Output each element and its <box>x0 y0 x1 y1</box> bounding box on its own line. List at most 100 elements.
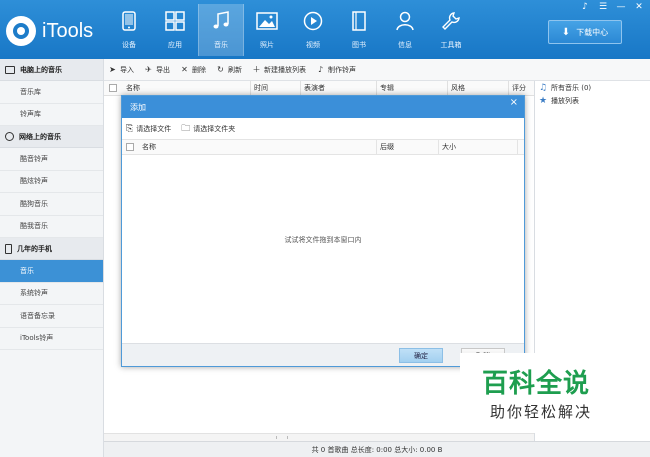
refresh-button[interactable]: ↻ 刷新 <box>216 65 242 75</box>
sidebar-item-voice-memo[interactable]: 语音备忘录 <box>0 305 103 328</box>
nav-apps[interactable]: 应用 <box>152 4 198 56</box>
dialog-drop-area[interactable]: 试试将文件拖到本窗口内 <box>122 155 524 342</box>
nav-label: 图书 <box>352 41 366 49</box>
sidebar-item-kugou-music[interactable]: 酷狗音乐 <box>0 193 103 216</box>
watermark-title: 百科全说 <box>482 369 591 399</box>
ok-button[interactable]: 确定 <box>399 348 443 363</box>
window-controls: ♪ ☰ — ✕ <box>576 1 648 13</box>
import-button[interactable]: ➤ 导入 <box>108 65 134 75</box>
sidebar-item-kuwo-music[interactable]: 酷我音乐 <box>0 216 103 238</box>
all-music-item[interactable]: ♫ 所有音乐 (0) <box>535 81 650 94</box>
music-note-icon: ♫ <box>539 82 548 93</box>
import-arrow-icon: ➤ <box>109 65 116 74</box>
delete-button[interactable]: ✕ 删除 <box>180 65 206 75</box>
sidebar: 电脑上的音乐 音乐库 铃声库 网络上的音乐 酷音铃声 酷炫铃声 酷狗音乐 酷我音… <box>0 59 104 457</box>
all-music-label: 所有音乐 (0) <box>551 83 592 92</box>
dialog-title-bar: 添加 × <box>122 96 524 118</box>
download-center-button[interactable]: ⬇ 下载中心 <box>548 20 622 44</box>
song-table-header: 名称 时间 表演者 专辑 风格 评分 <box>104 80 534 96</box>
new-playlist-icon: ＋ <box>252 65 261 74</box>
sidebar-item-kuyin-ringtone[interactable]: 酷音铃声 <box>0 148 103 171</box>
book-icon <box>348 10 370 32</box>
dialog-title: 添加 <box>130 102 146 112</box>
nav-video[interactable]: 视频 <box>290 4 336 56</box>
horizontal-scrollbar[interactable] <box>104 433 534 441</box>
scrollbar-grip[interactable] <box>276 436 288 439</box>
monitor-icon <box>5 65 15 74</box>
globe-icon <box>5 132 14 141</box>
add-file-icon: ⎘ <box>126 123 134 134</box>
wrench-icon <box>440 10 462 32</box>
sidebar-item-kuxuan-ringtone[interactable]: 酷炫铃声 <box>0 171 103 193</box>
column-name[interactable]: 名称 <box>123 81 250 96</box>
sidebar-item-music[interactable]: 音乐 <box>0 260 103 283</box>
nav-books[interactable]: 图书 <box>336 4 382 56</box>
close-icon[interactable]: ✕ <box>630 1 648 13</box>
refresh-icon: ↻ <box>217 65 224 74</box>
export-button[interactable]: ✈ 导出 <box>144 65 170 75</box>
nav-photos[interactable]: 照片 <box>244 4 290 56</box>
column-album[interactable]: 专辑 <box>376 80 447 96</box>
delete-x-icon: ✕ <box>181 65 188 74</box>
nav-device[interactable]: 设备 <box>106 4 152 56</box>
nav-label: 应用 <box>168 41 182 49</box>
nav-info[interactable]: 信息 <box>382 4 428 56</box>
app-header: iTools 设备 应用 音乐 照片 视频 图书 信息 工具箱 ♪ ☰ — ✕ … <box>0 0 650 59</box>
playlist-label: 播放列表 <box>551 96 579 105</box>
sidebar-group-title: 网络上的音乐 <box>19 132 61 141</box>
dialog-close-icon[interactable]: × <box>510 97 518 108</box>
minimize-icon[interactable]: — <box>612 1 630 13</box>
sidebar-group-my-phone[interactable]: 几年的手机 <box>0 238 103 260</box>
new-playlist-label: 新建播放列表 <box>264 65 306 74</box>
main-nav: 设备 应用 音乐 照片 视频 图书 信息 工具箱 <box>106 4 474 56</box>
nav-label: 音乐 <box>214 41 228 49</box>
choose-file-button[interactable]: ⎘ 请选择文件 <box>126 124 171 134</box>
sidebar-item-ringtone-library[interactable]: 铃声库 <box>0 104 103 126</box>
new-playlist-button[interactable]: ＋ 新建播放列表 <box>252 65 307 75</box>
export-label: 导出 <box>156 65 170 74</box>
itools-logo-icon <box>6 16 36 46</box>
dialog-column-name[interactable]: 名称 <box>139 140 376 155</box>
nav-label: 设备 <box>122 41 136 49</box>
add-dialog: 添加 × ⎘ 请选择文件 🗀 请选择文件夹 名称 后缀 大小 试试将文件拖到本窗… <box>121 95 525 367</box>
make-ringtone-icon: ♪ <box>317 65 324 74</box>
video-play-icon <box>302 10 324 32</box>
nav-label: 工具箱 <box>440 41 462 49</box>
column-genre[interactable]: 风格 <box>447 80 508 96</box>
sidebar-group-pc-music[interactable]: 电脑上的音乐 <box>0 59 103 81</box>
watermark-subtitle: 助你轻松解决 <box>490 403 593 421</box>
sidebar-group-title: 电脑上的音乐 <box>20 65 62 74</box>
app-name: iTools <box>42 19 94 42</box>
photo-icon <box>256 10 278 32</box>
dialog-column-size[interactable]: 大小 <box>438 139 518 155</box>
download-icon: ⬇ <box>561 26 571 38</box>
apps-grid-icon <box>164 10 186 32</box>
watermark: 百科全说 助你轻松解决 <box>460 353 626 433</box>
make-ringtone-button[interactable]: ♪ 制作铃声 <box>316 65 356 75</box>
playlist-item[interactable]: ★ 播放列表 <box>535 94 650 107</box>
choose-folder-button[interactable]: 🗀 请选择文件夹 <box>181 121 235 137</box>
column-rating[interactable]: 评分 <box>508 80 534 96</box>
select-all-checkbox[interactable] <box>109 84 117 92</box>
column-artist[interactable]: 表演者 <box>300 80 376 96</box>
make-ringtone-label: 制作铃声 <box>328 65 356 74</box>
nav-label: 信息 <box>398 41 412 49</box>
sidebar-item-system-ringtone[interactable]: 系统铃声 <box>0 283 103 305</box>
add-folder-icon: 🗀 <box>181 123 191 134</box>
phone-icon <box>118 10 140 32</box>
choose-folder-label: 请选择文件夹 <box>193 124 236 133</box>
music-mini-icon[interactable]: ♪ <box>576 1 594 13</box>
import-label: 导入 <box>120 65 134 74</box>
sidebar-item-music-library[interactable]: 音乐库 <box>0 81 103 104</box>
sidebar-group-title: 几年的手机 <box>17 244 52 253</box>
menu-icon[interactable]: ☰ <box>594 1 612 13</box>
nav-music[interactable]: 音乐 <box>198 4 244 56</box>
dialog-column-extension[interactable]: 后缀 <box>376 139 438 155</box>
sidebar-item-itools-ringtone[interactable]: iTools铃声 <box>0 328 103 350</box>
nav-toolbox[interactable]: 工具箱 <box>428 4 474 56</box>
sidebar-group-online-music[interactable]: 网络上的音乐 <box>0 126 103 148</box>
dialog-select-all-checkbox[interactable] <box>126 143 134 151</box>
nav-label: 照片 <box>260 41 274 49</box>
music-toolbar: ➤ 导入 ✈ 导出 ✕ 删除 ↻ 刷新 ＋ 新建播放列表 ♪ 制作铃声 <box>104 59 650 81</box>
column-time[interactable]: 时间 <box>250 80 300 96</box>
